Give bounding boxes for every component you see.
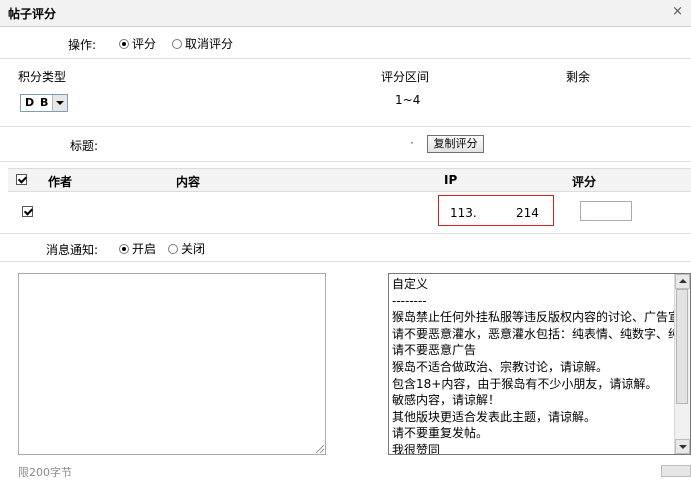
reason-textarea[interactable] (18, 273, 326, 455)
close-icon[interactable]: × (672, 4, 683, 19)
radio-notify-off[interactable]: 关闭 (168, 240, 205, 257)
footer-button[interactable] (661, 465, 691, 477)
char-limit-text: 限200字节 (18, 466, 72, 479)
notify-label: 消息通知: (46, 243, 99, 257)
title-label: 标题: (70, 139, 99, 153)
remaining-label: 剩余 (566, 70, 591, 84)
resize-grip-icon[interactable] (316, 445, 324, 453)
col-ip: IP (444, 173, 458, 187)
divider (0, 126, 691, 127)
list-item[interactable]: 请不要恶意灌水，恶意灌水包括：纯表情、纯数字、纯 (392, 326, 674, 343)
list-item[interactable]: 其他版块更适合发表此主题，请谅解。 (392, 409, 674, 426)
score-input[interactable] (580, 201, 632, 221)
col-content: 内容 (176, 175, 201, 189)
score-range-value: 1~4 (395, 93, 421, 107)
list-item[interactable]: 敏感内容，请谅解！ (392, 392, 674, 409)
radio-cancel-rate-label: 取消评分 (185, 37, 234, 51)
select-all-checkbox[interactable] (16, 174, 27, 185)
col-score: 评分 (572, 175, 597, 189)
list-item[interactable]: 猴岛不适合做政治、宗教讨论，请谅解。 (392, 359, 674, 376)
chevron-down-icon[interactable] (52, 95, 67, 111)
radio-notify-off-icon[interactable] (168, 244, 178, 254)
list-item[interactable]: 自定义 (392, 276, 674, 293)
row-ip-part1: 113. (450, 206, 477, 220)
row-ip-part2: 214 (516, 206, 539, 220)
copy-rating-button[interactable]: 复制评分 (427, 135, 484, 153)
col-author: 作者 (48, 175, 73, 189)
operation-label: 操作: (68, 38, 97, 52)
reason-listbox[interactable]: 自定义 -------- 猴岛禁止任何外挂私服等违反版权内容的讨论、广告宣 请不… (388, 273, 691, 455)
radio-rate[interactable]: 评分 (119, 35, 156, 52)
score-type-label: 积分类型 (18, 70, 67, 84)
list-item[interactable]: 请不要重复发帖。 (392, 425, 674, 442)
list-item[interactable]: 包含18+内容，由于猴岛有不少小朋友，请谅解。 (392, 376, 674, 393)
radio-notify-off-label: 关闭 (181, 242, 206, 256)
list-item[interactable]: -------- (392, 293, 674, 310)
radio-notify-on-icon[interactable] (119, 244, 129, 254)
divider (0, 161, 691, 162)
list-item[interactable]: 我很赞同 (392, 442, 674, 454)
scroll-up-icon[interactable] (675, 274, 690, 289)
row-checkbox[interactable] (22, 206, 33, 217)
list-item[interactable]: 猴岛禁止任何外挂私服等违反版权内容的讨论、广告宣 (392, 309, 674, 326)
dialog-title-bar: 帖子评分 × (0, 0, 691, 27)
scroll-thumb[interactable] (676, 289, 688, 404)
score-type-select[interactable]: D B (20, 94, 68, 112)
radio-cancel-rate[interactable]: 取消评分 (172, 35, 233, 52)
radio-rate-icon[interactable] (119, 39, 129, 49)
list-item[interactable]: 请不要恶意广告 (392, 342, 674, 359)
radio-rate-label: 评分 (132, 37, 157, 51)
listbox-scrollbar[interactable] (674, 274, 690, 454)
radio-cancel-rate-icon[interactable] (172, 39, 182, 49)
post-title: · (410, 136, 414, 150)
table-header: 作者 内容 IP 评分 (8, 168, 691, 192)
scroll-down-icon[interactable] (675, 439, 690, 454)
divider (0, 233, 691, 234)
score-range-label: 评分区间 (381, 70, 430, 84)
reason-list: 自定义 -------- 猴岛禁止任何外挂私服等违反版权内容的讨论、广告宣 请不… (392, 276, 674, 454)
divider (0, 58, 691, 59)
radio-notify-on[interactable]: 开启 (119, 240, 156, 257)
score-type-value: D B (25, 96, 50, 109)
dialog-title: 帖子评分 (8, 7, 57, 21)
divider (0, 261, 691, 262)
radio-notify-on-label: 开启 (132, 242, 157, 256)
